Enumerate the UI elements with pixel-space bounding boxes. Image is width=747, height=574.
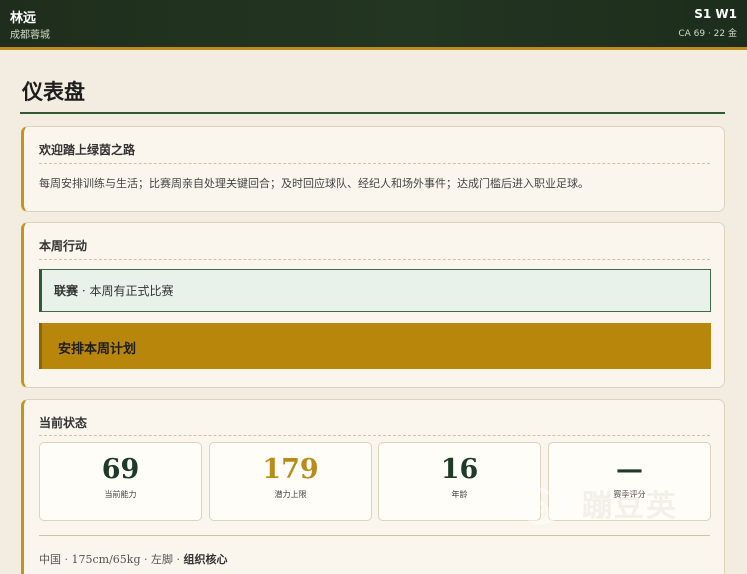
status-title: 当前状态 — [39, 416, 88, 430]
profile-divider — [39, 535, 710, 536]
match-text: 本周有正式比赛 — [89, 284, 174, 298]
stat-potential: 179 潜力上限 — [209, 442, 372, 521]
profile-text: 中国 · 175cm/65kg · 左脚 · — [39, 553, 184, 566]
match-type: 联赛 — [54, 284, 79, 298]
stat-label: 潜力上限 — [274, 490, 307, 499]
stat-value: — — [616, 454, 643, 485]
status-card: 当前状态 69 当前能力 179 潜力上限 16 年龄 — 赛季评分 中国 · … — [21, 399, 725, 574]
player-profile: 中国 · 175cm/65kg · 左脚 · 组织核心 — [39, 551, 227, 567]
status-divider — [39, 435, 710, 436]
stat-season-rating: — 赛季评分 — [548, 442, 711, 521]
match-notice: 联赛 · 本周有正式比赛 — [39, 269, 711, 312]
page-title: 仪表盘 — [22, 79, 85, 104]
stat-value: 69 — [101, 454, 140, 485]
week-divider — [39, 259, 710, 260]
welcome-card: 欢迎踏上绿茵之路 每周安排训练与生活；比赛周亲自处理关键回合；及时回应球队、经纪… — [21, 126, 725, 212]
club-name: 成都蓉城 — [10, 30, 50, 41]
player-role: 组织核心 — [183, 553, 228, 566]
stat-value: 16 — [440, 454, 479, 485]
stat-age: 16 年龄 — [378, 442, 541, 521]
season-week: S1 W1 — [694, 7, 737, 21]
week-title: 本周行动 — [39, 239, 88, 253]
match-separator: · — [78, 284, 90, 298]
stat-current-ability: 69 当前能力 — [39, 442, 202, 521]
title-divider — [20, 112, 725, 114]
stat-label: 年龄 — [451, 490, 468, 499]
welcome-text: 每周安排训练与生活；比赛周亲自处理关键回合；及时回应球队、经纪人和场外事件；达成… — [39, 177, 589, 190]
ability-money: CA 69 · 22 金 — [678, 29, 737, 39]
welcome-divider — [39, 163, 710, 164]
week-actions-card: 本周行动 联赛 · 本周有正式比赛 安排本周计划 — [21, 222, 725, 388]
stat-value: 179 — [262, 454, 319, 485]
top-bar: 林远 成都蓉城 S1 W1 CA 69 · 22 金 — [0, 0, 747, 50]
stat-label: 赛季评分 — [613, 490, 646, 499]
stat-label: 当前能力 — [104, 490, 137, 499]
plan-week-button[interactable]: 安排本周计划 — [39, 323, 711, 369]
welcome-title: 欢迎踏上绿茵之路 — [39, 143, 136, 157]
player-name: 林远 — [10, 11, 37, 26]
